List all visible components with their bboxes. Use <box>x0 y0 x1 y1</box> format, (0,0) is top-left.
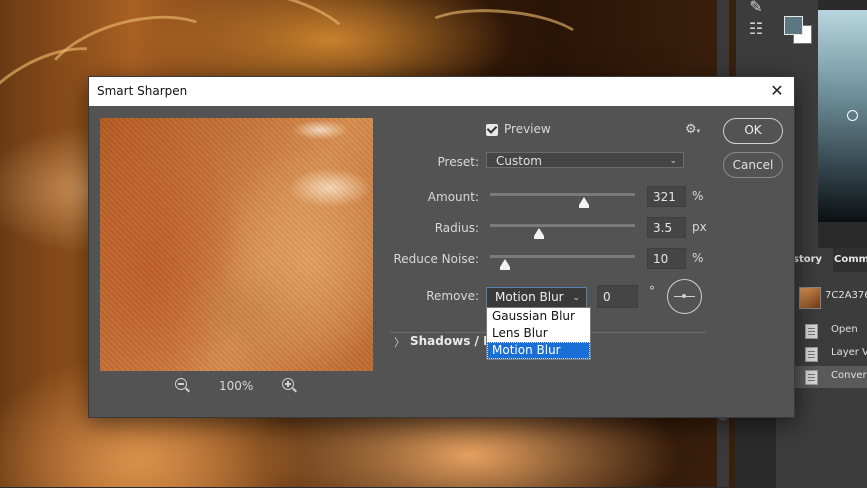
zoom-out-icon <box>175 378 187 390</box>
settings-gear-icon[interactable]: ⚙▾ <box>685 122 700 137</box>
preview-checkbox[interactable] <box>486 124 498 136</box>
history-item-convert[interactable]: Convert <box>795 366 867 388</box>
reduce-noise-unit: % <box>692 251 704 265</box>
remove-select[interactable]: Motion Blur ⌄ <box>486 287 587 308</box>
degree-symbol: ° <box>649 284 655 298</box>
radius-slider-handle[interactable] <box>534 228 545 239</box>
dialog-title: Smart Sharpen <box>97 84 188 98</box>
option-gaussian-blur[interactable]: Gaussian Blur <box>487 308 590 325</box>
tab-history[interactable]: story <box>793 248 833 272</box>
smart-sharpen-dialog: Smart Sharpen ✕ 100% Preview ⚙▾ OK Cance… <box>88 76 795 418</box>
preset-label: Preset: <box>437 155 479 169</box>
zoom-in-icon <box>282 378 294 390</box>
radius-slider-track[interactable] <box>490 224 635 227</box>
option-lens-blur[interactable]: Lens Blur <box>487 325 590 342</box>
dialog-titlebar[interactable]: Smart Sharpen ✕ <box>89 77 794 106</box>
remove-dropdown-list: Gaussian Blur Lens Blur Motion Blur <box>486 307 591 360</box>
remove-label: Remove: <box>426 289 479 303</box>
close-icon: ✕ <box>770 81 784 100</box>
reduce-noise-label: Reduce Noise: <box>393 252 479 266</box>
angle-input[interactable]: 0 <box>597 285 638 308</box>
document-icon <box>805 370 818 385</box>
adjustments-icon[interactable]: ☷ <box>744 18 768 40</box>
shadows-highlights-section[interactable]: Shadows / H <box>410 334 493 348</box>
history-item-layer-via[interactable]: Layer Via <box>795 343 867 365</box>
radius-unit: px <box>692 220 707 234</box>
chevron-down-icon: ⌄ <box>572 293 580 303</box>
reduce-noise-slider-handle[interactable] <box>499 259 510 270</box>
amount-slider-handle[interactable] <box>579 197 590 208</box>
brush-icon[interactable]: ✎ <box>744 0 768 18</box>
angle-dial[interactable] <box>667 279 702 314</box>
history-snapshot[interactable]: 7C2A3767 <box>795 284 867 310</box>
preview-label: Preview <box>504 122 551 136</box>
color-picker-field[interactable] <box>818 10 867 222</box>
zoom-level: 100% <box>219 379 254 393</box>
history-item-open[interactable]: Open <box>795 320 867 342</box>
ok-button[interactable]: OK <box>723 118 783 144</box>
radius-input[interactable]: 3.5 <box>647 217 686 238</box>
option-motion-blur[interactable]: Motion Blur <box>487 342 590 359</box>
document-icon <box>805 324 818 339</box>
snapshot-label: 7C2A3767 <box>825 290 867 301</box>
amount-label: Amount: <box>427 190 479 204</box>
cancel-button[interactable]: Cancel <box>723 152 783 178</box>
chevron-down-icon: ⌄ <box>669 156 677 166</box>
zoom-in-button[interactable] <box>282 378 298 394</box>
zoom-out-button[interactable] <box>175 378 191 394</box>
snapshot-thumbnail <box>799 287 821 309</box>
foreground-color-swatch[interactable] <box>784 16 803 35</box>
chevron-right-icon[interactable]: 〉 <box>394 334 405 350</box>
color-picker-ring[interactable] <box>847 110 858 121</box>
preset-value: Custom <box>496 154 542 168</box>
radius-label: Radius: <box>434 221 479 235</box>
document-icon <box>805 347 818 362</box>
tab-comments[interactable]: Comme <box>834 248 867 272</box>
close-button[interactable]: ✕ <box>766 80 788 102</box>
reduce-noise-input[interactable]: 10 <box>647 248 686 269</box>
amount-unit: % <box>692 189 704 203</box>
preview-image[interactable] <box>100 118 373 371</box>
preset-select[interactable]: Custom ⌄ <box>486 152 684 168</box>
amount-slider-track[interactable] <box>490 193 635 196</box>
remove-value: Motion Blur <box>495 290 564 304</box>
reduce-noise-slider-track[interactable] <box>490 255 635 258</box>
amount-input[interactable]: 321 <box>647 186 686 207</box>
